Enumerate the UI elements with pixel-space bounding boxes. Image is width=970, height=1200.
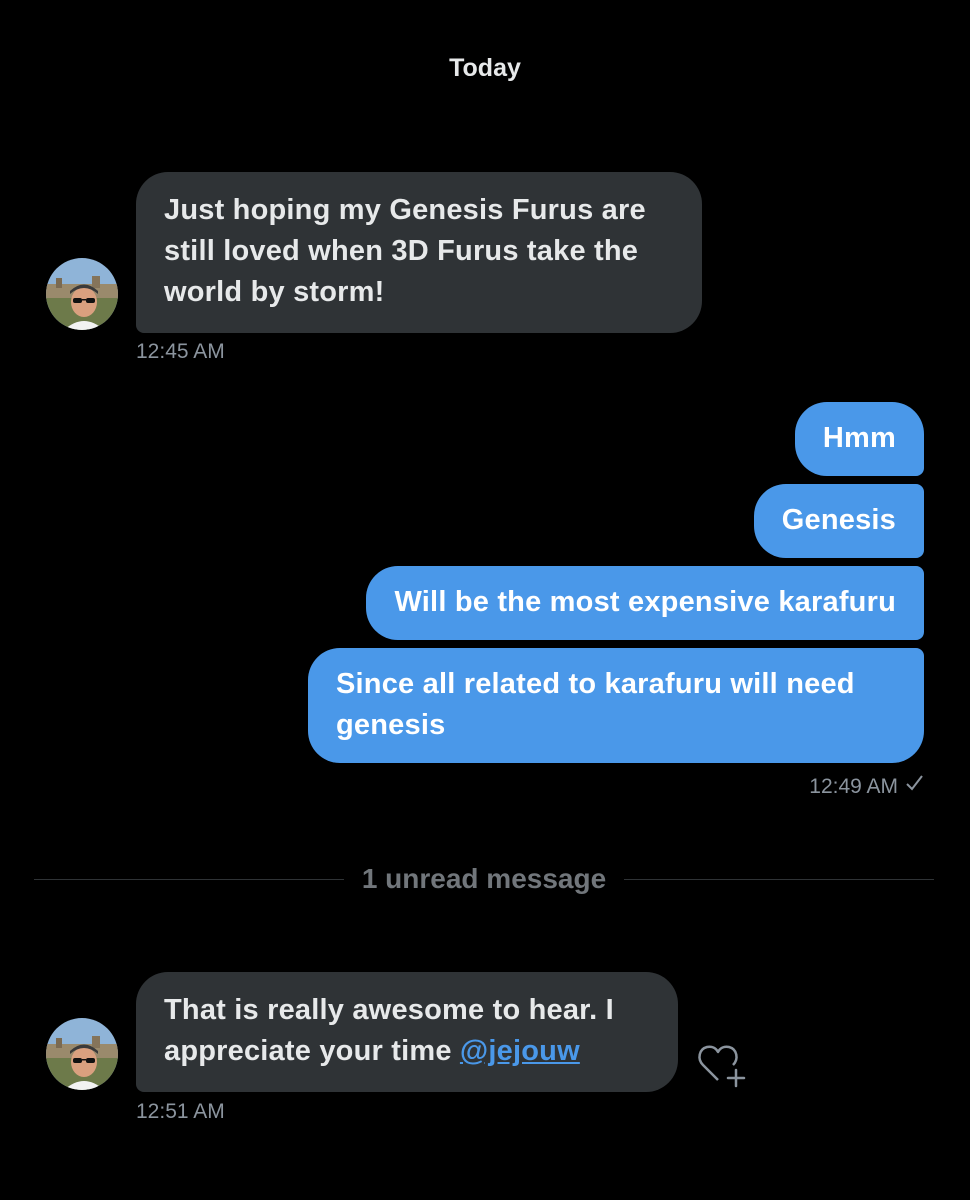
avatar-image (46, 258, 118, 330)
incoming-message[interactable]: That is really awesome to hear. I apprec… (136, 972, 678, 1092)
message-text: appreciate your time (164, 1035, 460, 1067)
checkmark-icon (904, 773, 924, 800)
message-timestamp: 12:49 AM (809, 774, 898, 798)
mention-link[interactable]: @jejouw (460, 1035, 580, 1067)
day-header: Today (449, 54, 521, 82)
avatar[interactable] (46, 258, 118, 330)
divider-line (624, 878, 934, 880)
outgoing-message[interactable]: Will be the most expensive karafuru (366, 566, 924, 640)
heart-plus-icon[interactable] (696, 1040, 750, 1090)
avatar[interactable] (46, 1018, 118, 1090)
message-timestamp: 12:45 AM (136, 340, 225, 363)
incoming-message[interactable]: Just hoping my Genesis Furus are still l… (136, 172, 702, 333)
message-line: Just hoping my Genesis Furus are (164, 194, 646, 226)
message-line: world by storm! (164, 276, 385, 308)
unread-divider: 1 unread message (34, 862, 934, 896)
divider-line (34, 878, 344, 880)
outgoing-timestamp-row: 12:49 AM (809, 773, 924, 800)
message-timestamp: 12:51 AM (136, 1100, 225, 1123)
outgoing-message[interactable]: Genesis (753, 484, 924, 558)
message-line: still loved when 3D Furus take the (164, 235, 639, 267)
avatar-image (46, 1018, 118, 1090)
unread-label: 1 unread message (361, 863, 607, 894)
outgoing-message[interactable]: Since all related to karafuru will need … (308, 648, 924, 763)
message-line: That is really awesome to hear. I (164, 994, 614, 1026)
message-line-with-mention: appreciate your time @jejouw (164, 1031, 650, 1072)
outgoing-message[interactable]: Hmm (794, 402, 924, 476)
